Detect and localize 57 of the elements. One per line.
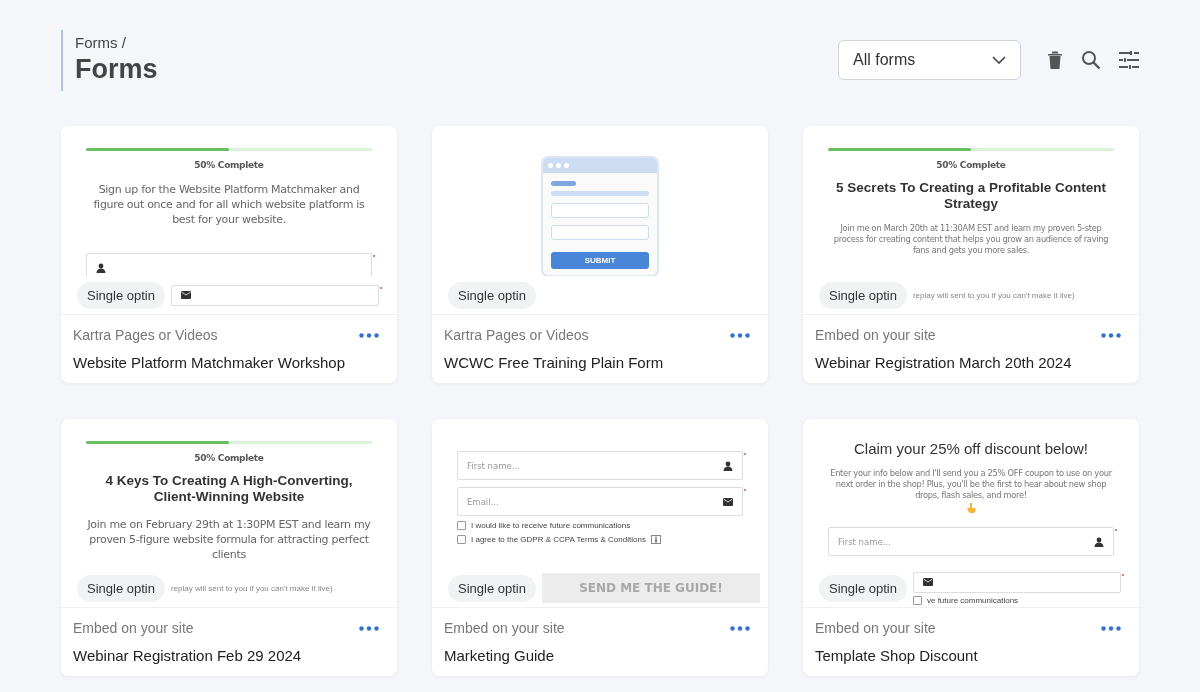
form-description: Enter your info below and I'll send you a 25% OFF coupon to use on your next order in the shop! Plus, you'll be the first to hear about new shop drops, flash sales, and more! — [829, 468, 1113, 501]
chevron-down-icon — [992, 56, 1006, 64]
envelope-icon — [922, 578, 933, 586]
pointing-hand-icon — [966, 503, 976, 513]
search-icon[interactable] — [1081, 50, 1101, 70]
more-button[interactable] — [1101, 625, 1121, 631]
form-source: Kartra Pages or Videos — [444, 327, 589, 343]
more-button[interactable] — [730, 625, 750, 631]
more-button[interactable] — [359, 625, 379, 631]
form-source: Embed on your site — [815, 327, 936, 343]
input-field: Email... — [457, 487, 743, 516]
person-icon — [723, 460, 733, 471]
form-name[interactable]: WCWC Free Training Plain Form — [444, 354, 756, 371]
type-badge: Single optin — [819, 281, 907, 309]
form-name[interactable]: Website Platform Matchmaker Workshop — [73, 354, 385, 371]
type-badge: Single optin — [77, 281, 165, 309]
envelope-icon — [180, 291, 191, 299]
envelope-icon — [723, 497, 733, 506]
type-badge: Single optin — [77, 574, 165, 602]
form-name[interactable]: Webinar Registration Feb 29 2024 — [73, 647, 385, 664]
breadcrumb[interactable]: Forms / — [75, 34, 158, 51]
form-note: replay will sent to you if you can't make it live) — [170, 583, 333, 593]
delete-icon[interactable] — [1047, 50, 1063, 70]
form-source: Embed on your site — [815, 620, 936, 636]
form-name[interactable]: Webinar Registration March 20th 2024 — [815, 354, 1127, 371]
type-badge: Single optin — [448, 574, 536, 602]
input-field: First name... — [828, 527, 1114, 556]
form-source: Kartra Pages or Videos — [73, 327, 218, 343]
progress-label: 50% Complete — [193, 160, 265, 170]
form-description: Join me on February 29th at 1:30PM EST and learn my proven 5-figure website formula for attracting perfect clients — [86, 517, 372, 562]
checkbox-label: ve future communications — [926, 595, 1019, 605]
checkbox-label: I agree to the GDPR & CCPA Terms & Conditions — [471, 535, 646, 544]
form-name[interactable]: Template Shop Discount — [815, 647, 1127, 664]
form-source: Embed on your site — [444, 620, 565, 636]
type-badge: Single optin — [819, 574, 907, 602]
more-button[interactable] — [1101, 332, 1121, 338]
progress-label: 50% Complete — [935, 160, 1007, 170]
filter-dropdown[interactable]: All forms — [838, 40, 1021, 80]
input-field: First name... — [457, 451, 743, 480]
form-heading: 4 Keys To Creating A High-Converting, Client-Winning Website — [104, 473, 354, 505]
page-title: Forms — [75, 54, 158, 85]
checkbox-label: I would like to receive future communications — [471, 521, 631, 530]
form-heading: Claim your 25% off discount below! — [853, 441, 1089, 457]
more-button[interactable] — [730, 332, 750, 338]
form-heading: 5 Secrets To Creating a Profitable Content Strategy — [835, 180, 1107, 212]
form-description: Sign up for the Website Platform Matchmaker and figure out once and for all which website platform is best for your website. — [92, 182, 366, 227]
more-button[interactable] — [359, 332, 379, 338]
submit-button[interactable]: SUBMIT — [551, 252, 649, 269]
settings-icon[interactable] — [1119, 51, 1139, 69]
form-source: Embed on your site — [73, 620, 194, 636]
type-badge: Single optin — [448, 281, 536, 309]
form-name[interactable]: Marketing Guide — [444, 647, 756, 664]
person-icon — [96, 262, 106, 273]
progress-label: 50% Complete — [193, 453, 265, 463]
form-note: replay will sent to you if you can't make it live) — [912, 290, 1075, 300]
person-icon — [1094, 536, 1104, 547]
form-description: Join me on March 20th at 11:30AM EST and learn my proven 5-step process for creating content that helps you grow an audience of raving fans and gets you more sales. — [832, 223, 1110, 256]
